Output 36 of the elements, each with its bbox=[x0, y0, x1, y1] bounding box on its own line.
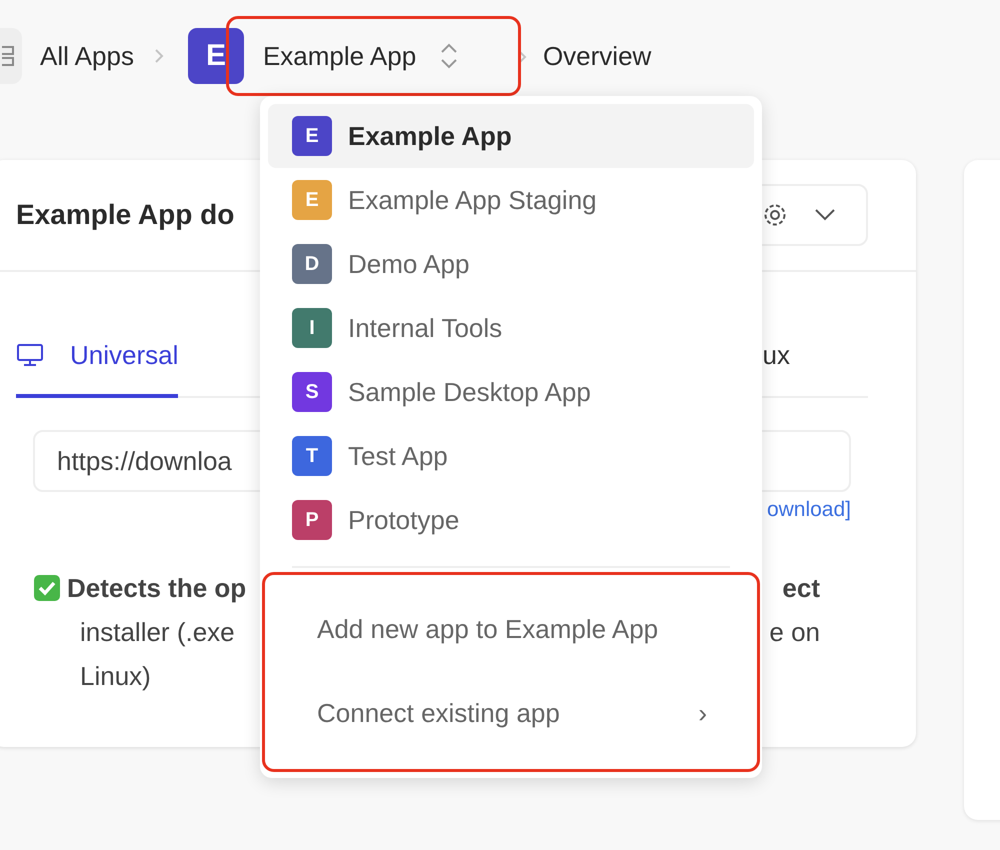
feature-text: installer (.exe bbox=[80, 616, 235, 649]
up-down-chevron-icon bbox=[440, 42, 458, 70]
feature-text: Linux) bbox=[80, 660, 151, 693]
app-badge: E bbox=[292, 180, 332, 220]
app-badge: T bbox=[292, 436, 332, 476]
download-link[interactable]: ownload] bbox=[766, 498, 851, 521]
app-badge: S bbox=[292, 372, 332, 412]
monitor-icon bbox=[16, 343, 44, 367]
app-menu-item[interactable]: S Sample Desktop App bbox=[268, 360, 754, 424]
app-badge: P bbox=[292, 500, 332, 540]
breadcrumb-current: Overview bbox=[542, 40, 652, 72]
settings-icon bbox=[762, 202, 788, 228]
app-menu-item[interactable]: I Internal Tools bbox=[268, 296, 754, 360]
feature-text: e on bbox=[769, 616, 820, 649]
tab[interactable]: ux bbox=[762, 316, 868, 398]
app-badge: I bbox=[292, 308, 332, 348]
app-menu-item[interactable]: T Test App bbox=[268, 424, 754, 488]
app-badge: E bbox=[188, 28, 244, 84]
card-title: Example App do bbox=[16, 199, 234, 231]
feature-text: Detects the op bbox=[67, 572, 246, 605]
app-badge: D bbox=[292, 244, 332, 284]
app-menu-item[interactable]: E Example App bbox=[268, 104, 754, 168]
tab[interactable]: Universal bbox=[16, 316, 178, 398]
app-switcher[interactable]: Example App bbox=[226, 16, 521, 96]
grid-icon bbox=[2, 45, 16, 67]
app-badge: E bbox=[292, 116, 332, 156]
chevron-icon bbox=[154, 48, 164, 64]
chevron-down-icon bbox=[814, 208, 836, 222]
app-menu-item[interactable]: E Example App Staging bbox=[268, 168, 754, 232]
breadcrumb-link[interactable]: All Apps bbox=[40, 40, 134, 72]
menu-action[interactable]: Connect existing app › bbox=[265, 671, 757, 755]
app-menu-item[interactable]: D Demo App bbox=[268, 232, 754, 296]
check-icon bbox=[33, 574, 61, 602]
feature-text: ect bbox=[782, 572, 820, 605]
app-menu-item[interactable]: P Prototype bbox=[268, 488, 754, 552]
menu-action[interactable]: Add new app to Example App bbox=[265, 587, 757, 671]
